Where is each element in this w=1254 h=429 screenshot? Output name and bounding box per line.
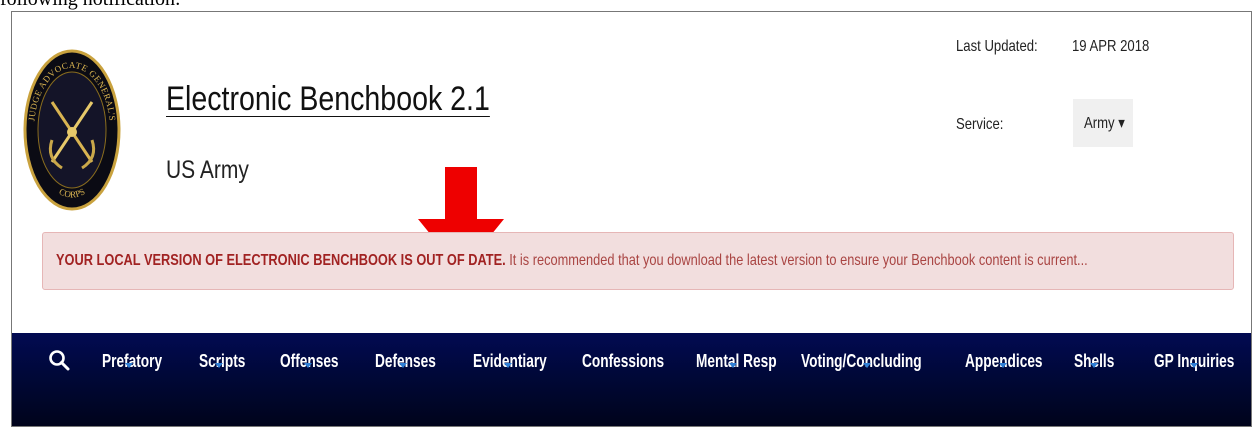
nav-item-appendices[interactable]: Appendices [965,351,1067,372]
search-icon[interactable] [48,349,70,371]
nav-item-label: Offenses [280,351,339,371]
nav-item-scripts[interactable]: Scripts [199,351,260,372]
nav-item-label: Appendices [965,351,1043,371]
nav-item-offenses[interactable]: Offenses [280,351,357,372]
nav-item-label: Confessions [582,351,665,371]
chevron-down-icon [304,363,312,368]
alert-text: YOUR LOCAL VERSION OF ELECTRONIC BENCHBO… [56,252,1088,270]
nav-item-label: Voting/Concluding [801,351,922,371]
nav-item-label: Prefatory [102,351,163,371]
nav-item-label: Mental Resp [696,351,777,371]
nav-item-evidentiary[interactable]: Evidentiary [473,351,570,372]
app-title-link[interactable]: Electronic Benchbook 2.1 [166,80,490,119]
last-updated-label: Last Updated: [956,38,1038,55]
chevron-down-icon [125,363,133,368]
jag-corps-logo: JUDGE ADVOCATE GENERAL'S CORPS [23,49,121,211]
chevron-down-icon [863,363,871,368]
nav-item-label: GP Inquiries [1154,351,1235,371]
out-of-date-alert: YOUR LOCAL VERSION OF ELECTRONIC BENCHBO… [42,232,1234,290]
nav-item-label: Evidentiary [473,351,547,371]
service-dropdown-value: Army ▾ [1084,115,1125,132]
app-subtitle: US Army [166,156,249,184]
service-label: Service: [956,116,1004,133]
chevron-down-icon [1190,363,1198,368]
service-dropdown[interactable]: Army ▾ [1073,99,1133,147]
chevron-down-icon [215,363,223,368]
caption-text: following notification: [0,0,181,11]
alert-strong-text: YOUR LOCAL VERSION OF ELECTRONIC BENCHBO… [56,252,506,269]
nav-item-mental-resp[interactable]: Mental Resp [696,351,802,372]
nav-item-label: Scripts [199,351,246,371]
nav-item-label: Shells [1074,351,1115,371]
nav-item-gp-inquiries[interactable]: GP Inquiries [1154,351,1251,372]
chevron-down-icon [504,363,512,368]
chevron-down-icon [729,363,737,368]
nav-item-shells[interactable]: Shells [1074,351,1127,372]
chevron-down-icon [1090,363,1098,368]
nav-item-label: Defenses [375,351,436,371]
nav-item-defenses[interactable]: Defenses [375,351,455,372]
nav-item-prefatory[interactable]: Prefatory [102,351,181,372]
chevron-down-icon [399,363,407,368]
nav-item-confessions[interactable]: Confessions [582,351,690,372]
chevron-down-icon [999,363,1007,368]
main-navbar: Prefatory Scripts Offenses Defenses Evid… [12,333,1251,426]
nav-item-voting-concluding[interactable]: Voting/Concluding [801,351,960,372]
alert-body-text: It is recommended that you download the … [505,252,1088,269]
last-updated-value: 19 APR 2018 [1072,38,1150,55]
app-window: JUDGE ADVOCATE GENERAL'S CORPS Electroni… [11,11,1252,427]
